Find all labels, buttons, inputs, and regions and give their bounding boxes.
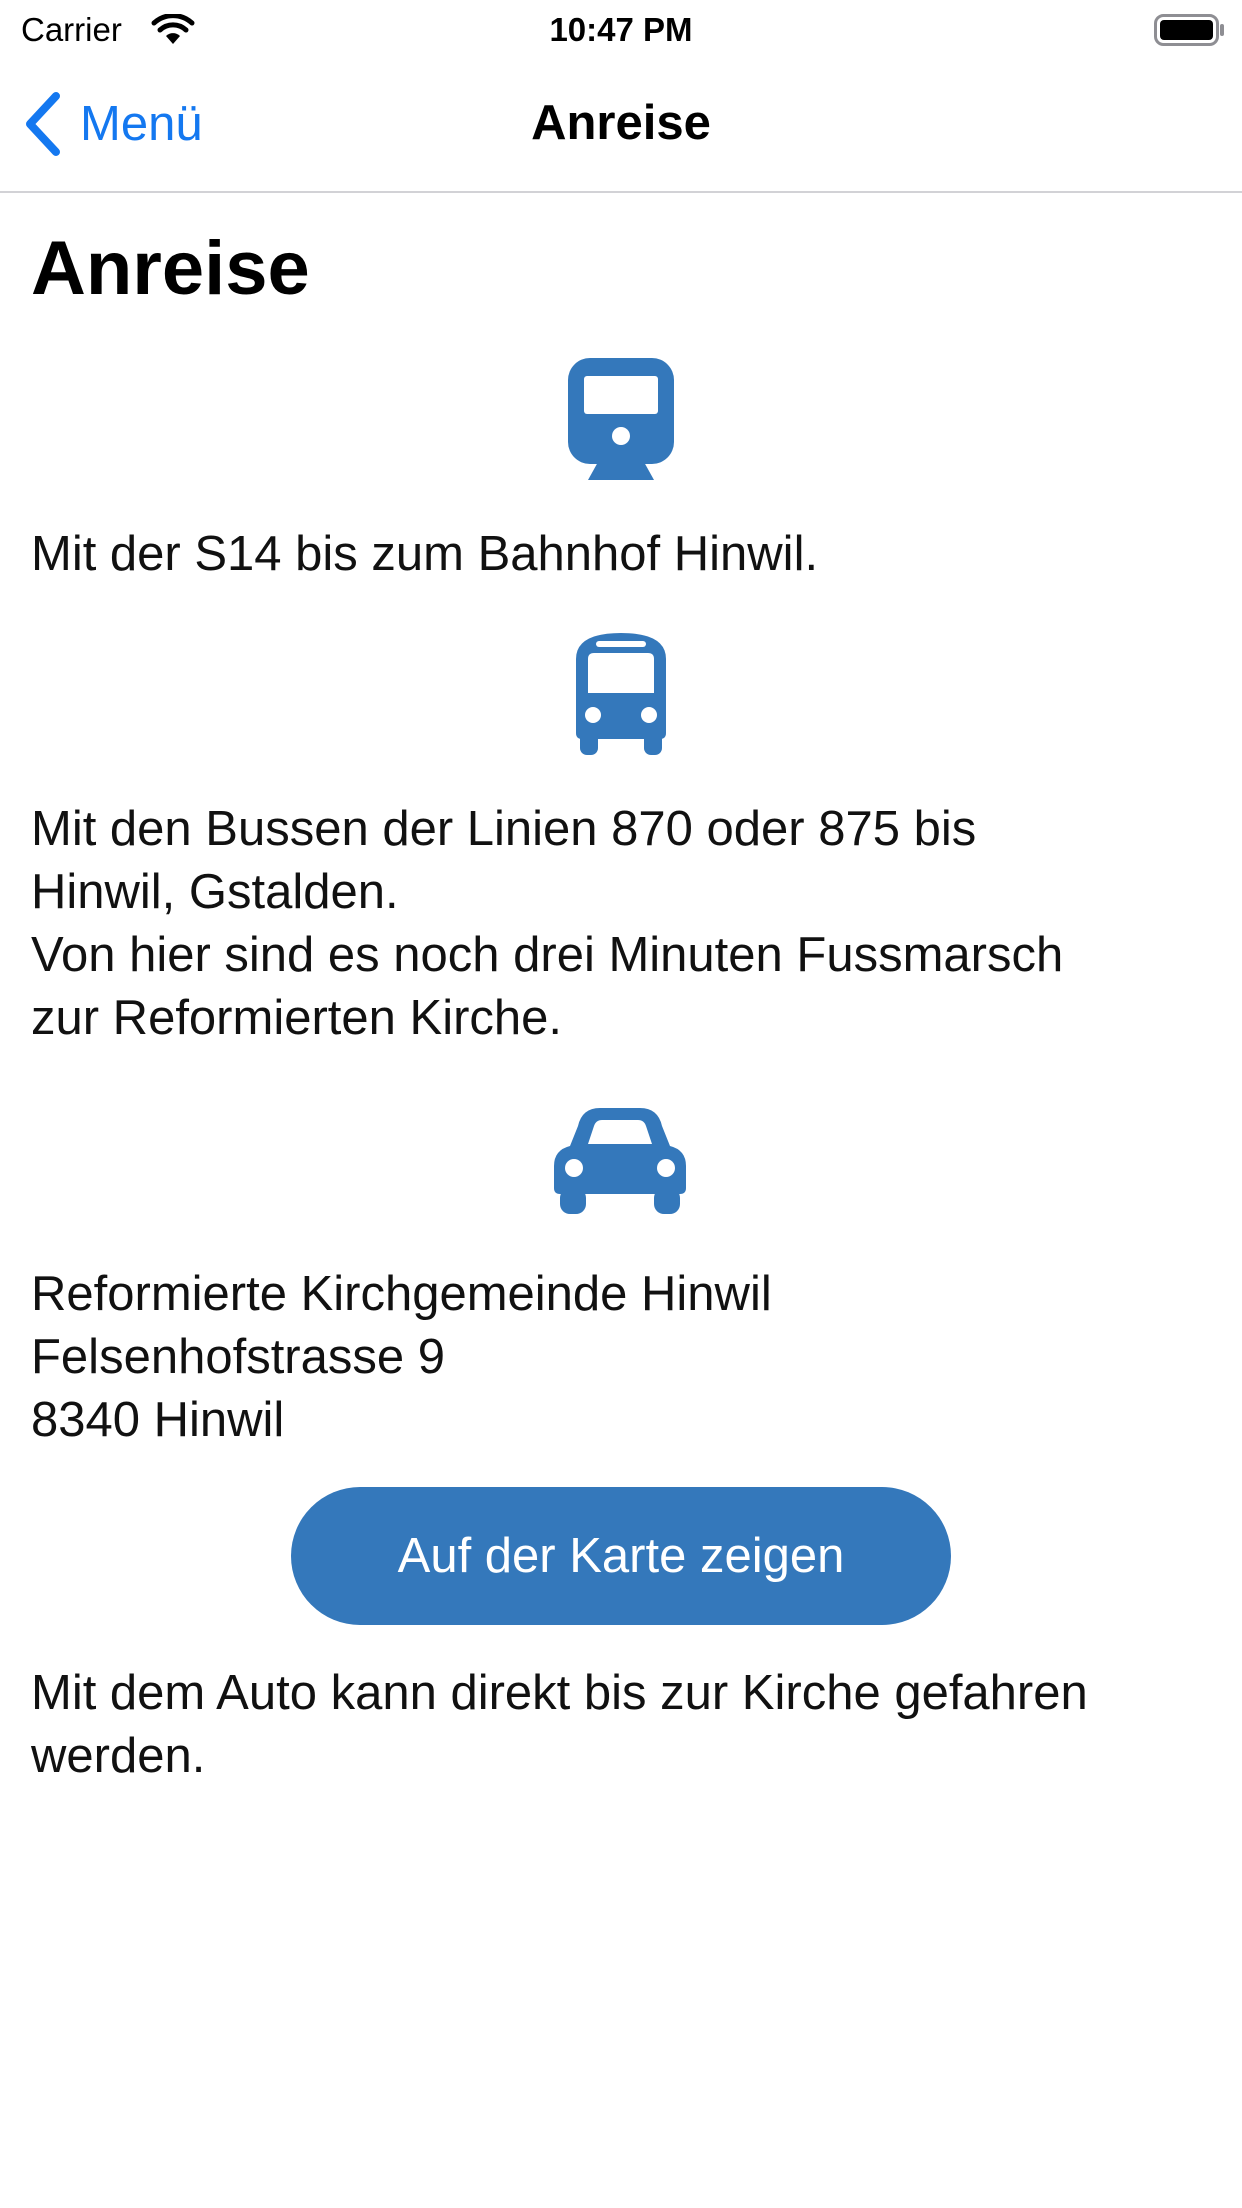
address-line: 8340 Hinwil bbox=[31, 1393, 285, 1447]
status-bar: Carrier 10:47 PM bbox=[0, 0, 1242, 60]
bus-text-line: Von hier sind es noch drei Minuten Fussm… bbox=[31, 928, 1064, 982]
bus-text-line: zur Reformierten Kirche. bbox=[31, 991, 563, 1045]
navigation-bar: Menü Anreise bbox=[0, 60, 1242, 193]
car-text-line: Mit dem Auto kann direkt bis zur Kirche … bbox=[31, 1666, 1088, 1720]
bus-text-line: Hinwil, Gstalden. bbox=[31, 865, 399, 919]
train-text-line: Mit der S14 bis zum Bahnhof Hinwil. bbox=[31, 527, 819, 581]
bus-text: Mit den Bussen der Linien 870 oder 875 b… bbox=[31, 798, 1211, 1050]
address-line: Reformierte Kirchgemeinde Hinwil bbox=[31, 1267, 772, 1321]
car-text-line: werden. bbox=[31, 1729, 206, 1783]
bus-text-line: Mit den Bussen der Linien 870 oder 875 b… bbox=[31, 802, 977, 856]
train-icon bbox=[568, 358, 674, 480]
address-text: Reformierte Kirchgemeinde Hinwil Felsenh… bbox=[31, 1263, 1211, 1452]
nav-title: Anreise bbox=[531, 96, 711, 150]
address-line: Felsenhofstrasse 9 bbox=[31, 1330, 445, 1384]
clock: 10:47 PM bbox=[549, 11, 693, 48]
car-text: Mit dem Auto kann direkt bis zur Kirche … bbox=[31, 1662, 1211, 1788]
show-on-map-button[interactable]: Auf der Karte zeigen bbox=[291, 1487, 951, 1625]
car-icon bbox=[554, 1108, 686, 1214]
train-text: Mit der S14 bis zum Bahnhof Hinwil. bbox=[31, 523, 1211, 586]
page-title: Anreise bbox=[31, 226, 310, 311]
battery-icon bbox=[1154, 14, 1224, 46]
bus-icon bbox=[576, 633, 666, 755]
